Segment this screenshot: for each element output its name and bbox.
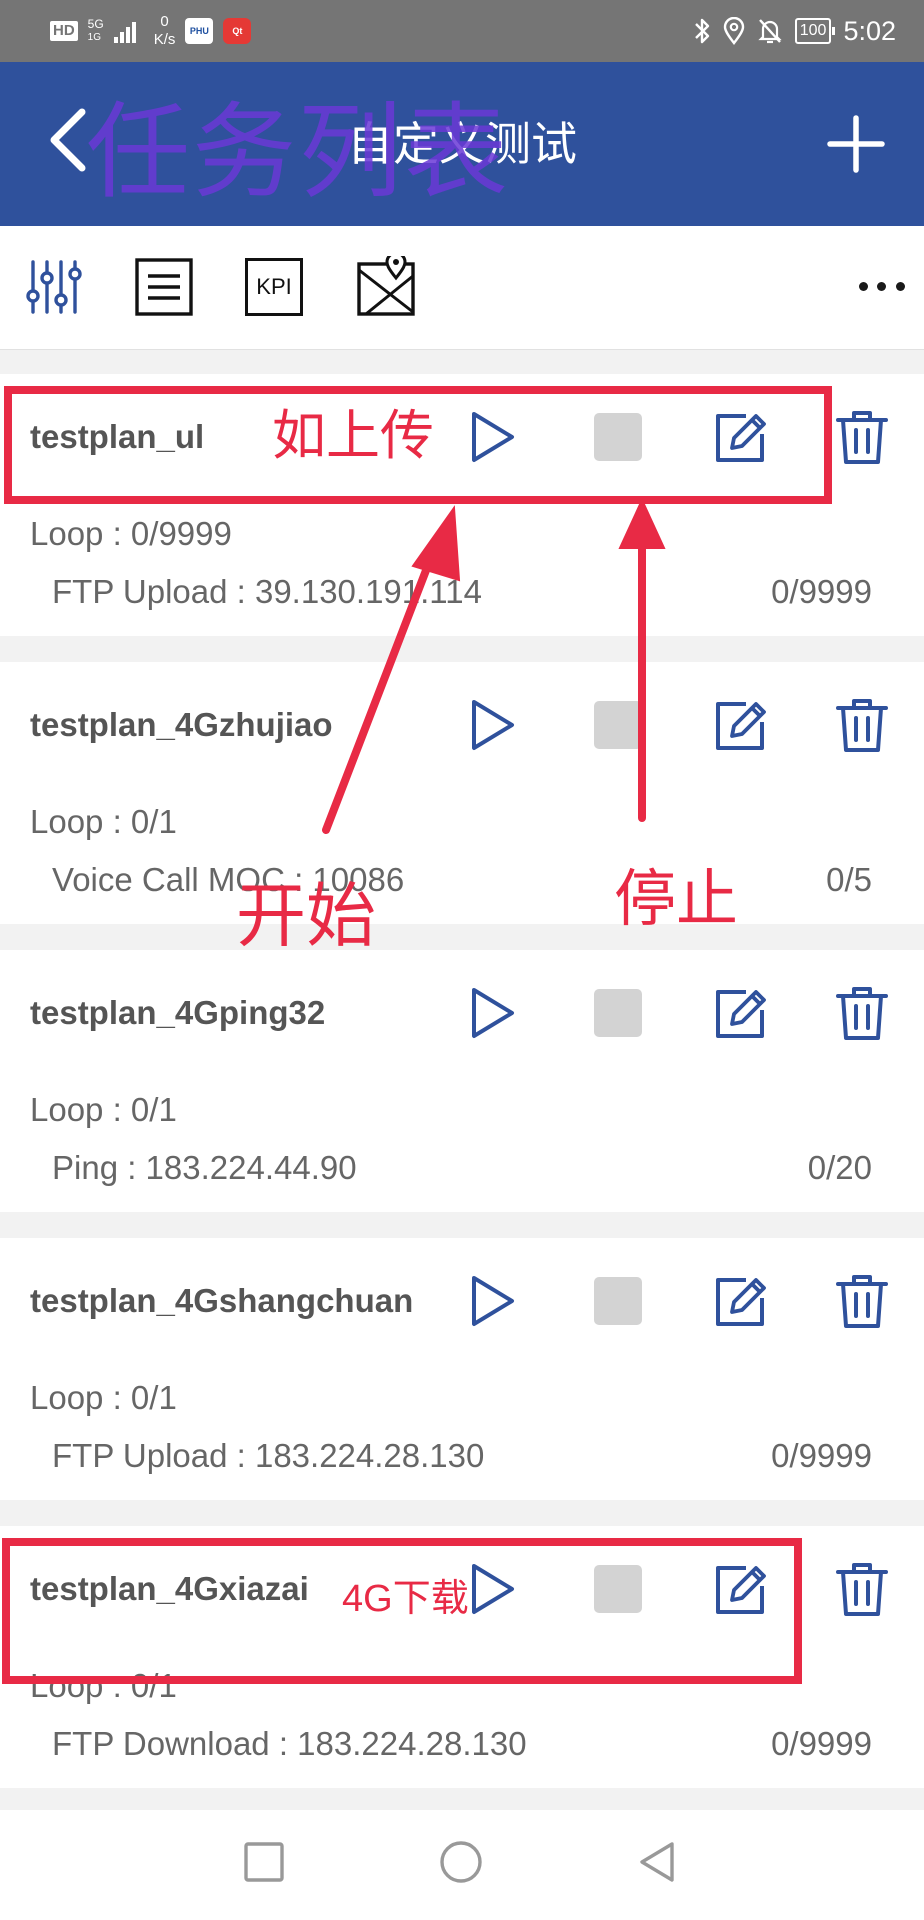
trash-icon[interactable] [834,408,890,466]
task-card[interactable]: testplan_4Gshangchuan Loop : 0/1 FTP Upl… [0,1238,924,1500]
edit-icon[interactable] [712,1560,768,1618]
trash-icon[interactable] [834,696,890,754]
network-type: 5G 1G [88,18,104,44]
task-card[interactable]: testplan_4Gping32 Loop : 0/1 Ping : 183.… [0,950,924,1212]
task-card[interactable]: testplan_4Gzhujiao Loop : 0/1 Voice Call… [0,662,924,924]
app-notification-icon-2: Qt [223,18,252,44]
play-icon[interactable] [464,1560,520,1618]
bell-off-icon [758,19,782,44]
page-title: 自定义测试 [347,118,577,170]
play-icon[interactable] [464,984,520,1042]
play-icon[interactable] [464,696,520,754]
network-label: 5G [87,17,104,31]
task-name: testplan_4Gxiazai [30,1570,309,1607]
more-dots-icon[interactable] [854,266,910,306]
stop-button[interactable] [590,408,646,466]
task-count: 0/9999 [771,1437,872,1474]
network-sub-label: 1G [87,32,102,43]
task-card[interactable]: testplan_ul Loop : 0/9999 FTP Upload : 3… [0,374,924,636]
list-icon[interactable] [134,256,194,318]
kpi-icon[interactable]: KPI [245,258,303,316]
edit-icon[interactable] [712,1272,768,1330]
task-detail: FTP Download : 183.224.28.130 [52,1725,527,1762]
circle-home-icon[interactable] [437,1838,485,1886]
task-count: 0/9999 [771,1725,872,1762]
task-count: 0/5 [826,861,872,898]
task-detail: FTP Upload : 39.130.191.114 [52,573,482,610]
task-name: testplan_ul [30,418,205,455]
edit-icon[interactable] [712,408,768,466]
task-name: testplan_4Gzhujiao [30,706,333,743]
stop-icon [594,1565,642,1613]
stop-button[interactable] [590,1560,646,1618]
task-list: testplan_ul Loop : 0/9999 FTP Upload : 3… [0,350,924,1810]
stop-icon [594,989,642,1037]
net-speed: 0 K/s [154,13,176,49]
stop-icon [594,413,642,461]
task-name: testplan_4Gshangchuan [30,1282,414,1319]
sliders-icon[interactable] [24,256,84,318]
task-card[interactable]: testplan_4Gxiazai Loop : 0/1 FTP Downloa… [0,1526,924,1788]
screen: HD 5G 1G 0 K/s PHU Qt 100 5:02 自定义测试 任务列… [0,0,924,1920]
edit-icon[interactable] [712,696,768,754]
play-icon[interactable] [464,408,520,466]
location-icon [723,17,744,45]
task-loop: Loop : 0/1 [30,1379,177,1416]
stop-icon [594,1277,642,1325]
stop-button[interactable] [590,1272,646,1330]
stop-button[interactable] [590,696,646,754]
edit-icon[interactable] [712,984,768,1042]
hd-badge: HD [50,21,78,41]
stop-icon [594,701,642,749]
task-loop: Loop : 0/9999 [30,515,232,552]
task-loop: Loop : 0/1 [30,1091,177,1128]
task-detail: FTP Upload : 183.224.28.130 [52,1437,485,1474]
play-icon[interactable] [464,1272,520,1330]
app-notification-icon: PHU [185,18,214,44]
map-icon[interactable] [356,256,416,318]
signal-icon [113,19,136,43]
app-header: 自定义测试 任务列表 [0,62,924,226]
status-bar: HD 5G 1G 0 K/s PHU Qt 100 5:02 [0,0,924,62]
toolbar: KPI [0,226,924,350]
plus-icon[interactable] [826,114,886,174]
task-name: testplan_4Gping32 [30,994,326,1031]
battery-icon: 100 [794,18,836,44]
trash-icon[interactable] [834,984,890,1042]
square-recents-icon[interactable] [240,1838,288,1886]
status-right: 100 5:02 [693,8,896,54]
net-speed-unit: K/s [153,31,176,48]
task-detail: Voice Call MOC : 10086 [52,861,405,898]
task-loop: Loop : 0/1 [30,1667,177,1704]
task-detail: Ping : 183.224.44.90 [52,1149,357,1186]
net-speed-value: 0 [160,13,169,30]
kpi-label: KPI [256,274,292,299]
system-nav-bar [0,1810,924,1920]
task-count: 0/9999 [771,573,872,610]
trash-icon[interactable] [834,1272,890,1330]
clock: 5:02 [843,15,896,46]
triangle-back-icon[interactable] [634,1838,682,1886]
task-loop: Loop : 0/1 [30,803,177,840]
stop-button[interactable] [590,984,646,1042]
bluetooth-icon [694,18,709,44]
task-count: 0/20 [807,1149,872,1186]
status-left: HD 5G 1G 0 K/s PHU Qt [50,8,252,54]
trash-icon[interactable] [834,1560,890,1618]
